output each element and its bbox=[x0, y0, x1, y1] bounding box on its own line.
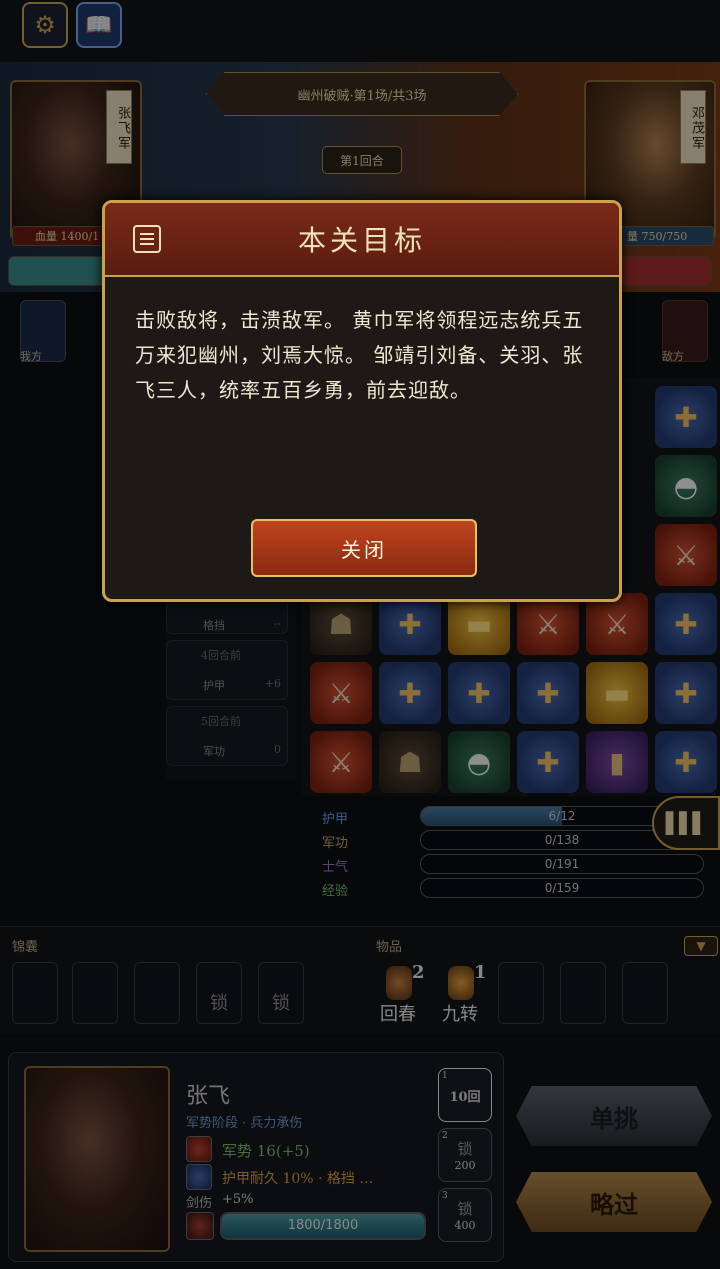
objective-modal: 本关目标 击败敌将，击溃敌军。 黄巾军将领程远志统兵五万来犯幽州，刘焉大惊。 邹… bbox=[102, 200, 622, 602]
close-button[interactable]: 关闭 bbox=[251, 519, 477, 577]
modal-body: 击败敌将，击溃敌军。 黄巾军将领程远志统兵五万来犯幽州，刘焉大惊。 邹靖引刘备、… bbox=[135, 308, 584, 402]
modal-header: 本关目标 bbox=[105, 203, 619, 277]
modal-title: 本关目标 bbox=[297, 224, 426, 257]
list-icon bbox=[133, 225, 161, 253]
modal-overlay bbox=[0, 0, 720, 1269]
